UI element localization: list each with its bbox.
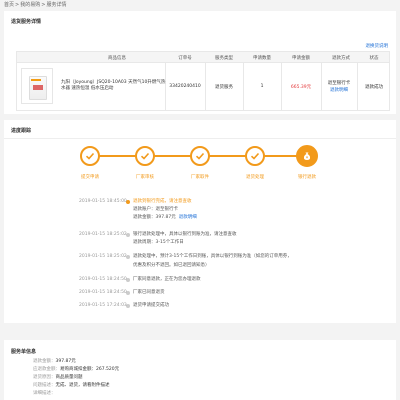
refund-method: 退至银行卡 xyxy=(327,81,351,86)
step-label: 银行退款 xyxy=(298,175,316,180)
service-value: 易购商城扣金额：267.520元 xyxy=(60,367,120,372)
refund-account: 退至银行卡 xyxy=(155,207,179,212)
col-refund-method: 退款方式 xyxy=(332,56,350,61)
service-key: 问题描述： xyxy=(33,383,56,388)
timeline-time: 2019-01-15 18:24:50 xyxy=(79,277,127,282)
service-row: 退款金额：397.87元 xyxy=(33,358,76,364)
service-row: 问题描述：无成、退货，请看附件描述 xyxy=(33,382,110,388)
brand-stripe xyxy=(31,79,41,81)
refund-account-label: 退款账户： xyxy=(133,207,156,212)
col-amount: 申请金额 xyxy=(292,56,310,61)
refund-detail-link[interactable]: 退款明细 xyxy=(321,87,357,93)
step-check-icon xyxy=(80,146,100,166)
service-key: 详细描述： xyxy=(33,391,56,396)
divider xyxy=(4,138,396,139)
timeline-time: 2019-01-15 18:25:02 xyxy=(79,232,127,237)
timeline-text: 退款处理中，预计3-15个工作日到账，具体以银行到账为准（如您的订单用券， xyxy=(133,254,292,259)
col-service-type: 服务类型 xyxy=(215,56,233,61)
apply-amount: 665.39元 xyxy=(290,85,312,90)
timeline-time: 2019-01-15 18:25:02 xyxy=(79,254,127,259)
col-qty: 申请数量 xyxy=(253,56,271,61)
service-value: 397.87元 xyxy=(55,359,76,364)
money-bag-icon: ¥ xyxy=(296,145,318,167)
col-status: 状态 xyxy=(369,56,379,61)
step-label: 退货处理 xyxy=(246,175,264,180)
timeline-text: 退款周期：3-15个工作日 xyxy=(133,240,184,245)
table-header: 商品信息 订单号 服务类型 申请数量 申请金额 退款方式 状态 xyxy=(16,51,390,63)
service-row: 应退款金额：易购商城扣金额：267.520元 xyxy=(33,366,119,372)
product-name[interactable]: 九阳（Joyoung）JSQ20-10A03 天然气10升燃气热水器 速热恒温 … xyxy=(61,80,169,92)
panel-title: 退货服务详情 xyxy=(11,19,42,25)
refund-amount: 397.87元 xyxy=(155,215,176,220)
product-image[interactable] xyxy=(21,68,53,104)
breadcrumb-sep: > xyxy=(15,2,20,8)
step-label: 厂家审核 xyxy=(136,175,154,180)
col-product: 商品信息 xyxy=(108,56,126,61)
step-check-icon xyxy=(135,146,155,166)
apply-qty: 1 xyxy=(260,84,264,89)
col-order-no: 订单号 xyxy=(178,56,192,61)
service-key: 退款金额： xyxy=(33,359,56,364)
timeline-text: 退款金额：397.87元 退款明细 xyxy=(133,213,197,222)
step-label: 厂家取件 xyxy=(191,175,209,180)
refund-detail-link[interactable]: 退款明细 xyxy=(179,215,197,220)
return-policy-link[interactable]: 退换货说明 xyxy=(366,43,389,49)
service-key: 退货原因： xyxy=(33,375,56,380)
order-number: 33420240410 xyxy=(169,84,201,89)
display-panel xyxy=(33,85,43,90)
service-row: 退货原因：商品质量问题 xyxy=(33,374,83,380)
breadcrumb-home[interactable]: 首页 xyxy=(4,2,14,8)
timeline-time: 2019-01-15 17:24:03 xyxy=(79,303,127,308)
step-check-icon xyxy=(245,146,265,166)
service-value: 商品质量问题 xyxy=(55,375,83,380)
step-check-icon xyxy=(190,146,210,166)
breadcrumb-current: 服务详情 xyxy=(46,2,67,8)
return-detail-panel: 退货服务详情 退换货说明 商品信息 订单号 服务类型 申请数量 申请金额 退款方… xyxy=(4,11,396,114)
step-label: 提交申请 xyxy=(81,175,99,180)
service-type: 退货服务 xyxy=(215,85,233,90)
timeline-text: 厂家已同意退货 xyxy=(133,290,165,295)
status-text: 退款成功 xyxy=(365,85,383,90)
timeline-text: 厂家同意退款，正在为您办理退款 xyxy=(133,277,201,282)
breadcrumb: 首页>我的易购>服务详情 xyxy=(4,1,66,8)
timeline-text: 优惠及积分不退回。如已退回请知悉） xyxy=(133,263,210,268)
table-row: 九阳（Joyoung）JSQ20-10A03 天然气10升燃气热水器 速热恒温 … xyxy=(16,63,390,111)
panel-title: 服务单信息 xyxy=(11,349,37,355)
breadcrumb-sep: > xyxy=(41,2,46,8)
panel-title: 进度跟踪 xyxy=(11,128,32,134)
service-row: 详细描述： xyxy=(33,390,56,396)
refund-amount-label: 退款金额： xyxy=(133,215,156,220)
timeline-time: 2019-01-15 18:24:50 xyxy=(79,290,127,295)
timeline-text: 退货申请提交成功 xyxy=(133,303,169,308)
breadcrumb-my-orders[interactable]: 我的易购 xyxy=(20,2,40,8)
service-value: 无成、退货，请看附件描述 xyxy=(55,383,110,388)
timeline-time: 2019-01-15 18:45:00 xyxy=(79,199,127,204)
service-key: 应退款金额： xyxy=(33,367,60,372)
